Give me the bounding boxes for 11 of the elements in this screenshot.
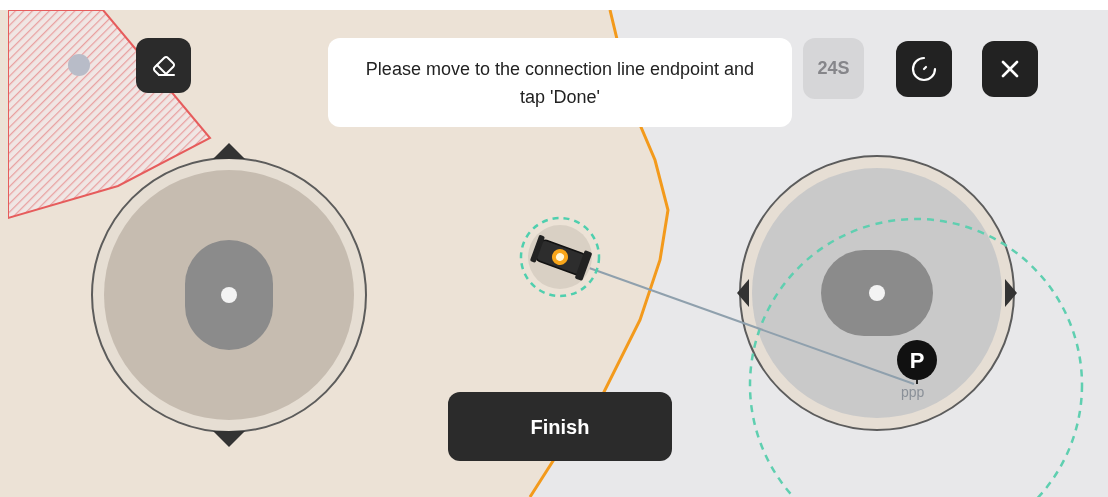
finish-button[interactable]: Finish: [448, 392, 672, 461]
pin-label: ppp: [901, 385, 925, 399]
instruction-toast: Please move to the connection line endpoint and tap 'Done': [328, 38, 792, 127]
eraser-button[interactable]: [136, 38, 191, 93]
close-button[interactable]: [982, 41, 1038, 97]
robot-mower-icon: [519, 216, 601, 298]
dial-icon: [911, 56, 937, 82]
close-icon: [1000, 59, 1020, 79]
recenter-button[interactable]: [896, 41, 952, 97]
pin-stem: [916, 380, 918, 384]
eraser-icon: [151, 53, 176, 78]
